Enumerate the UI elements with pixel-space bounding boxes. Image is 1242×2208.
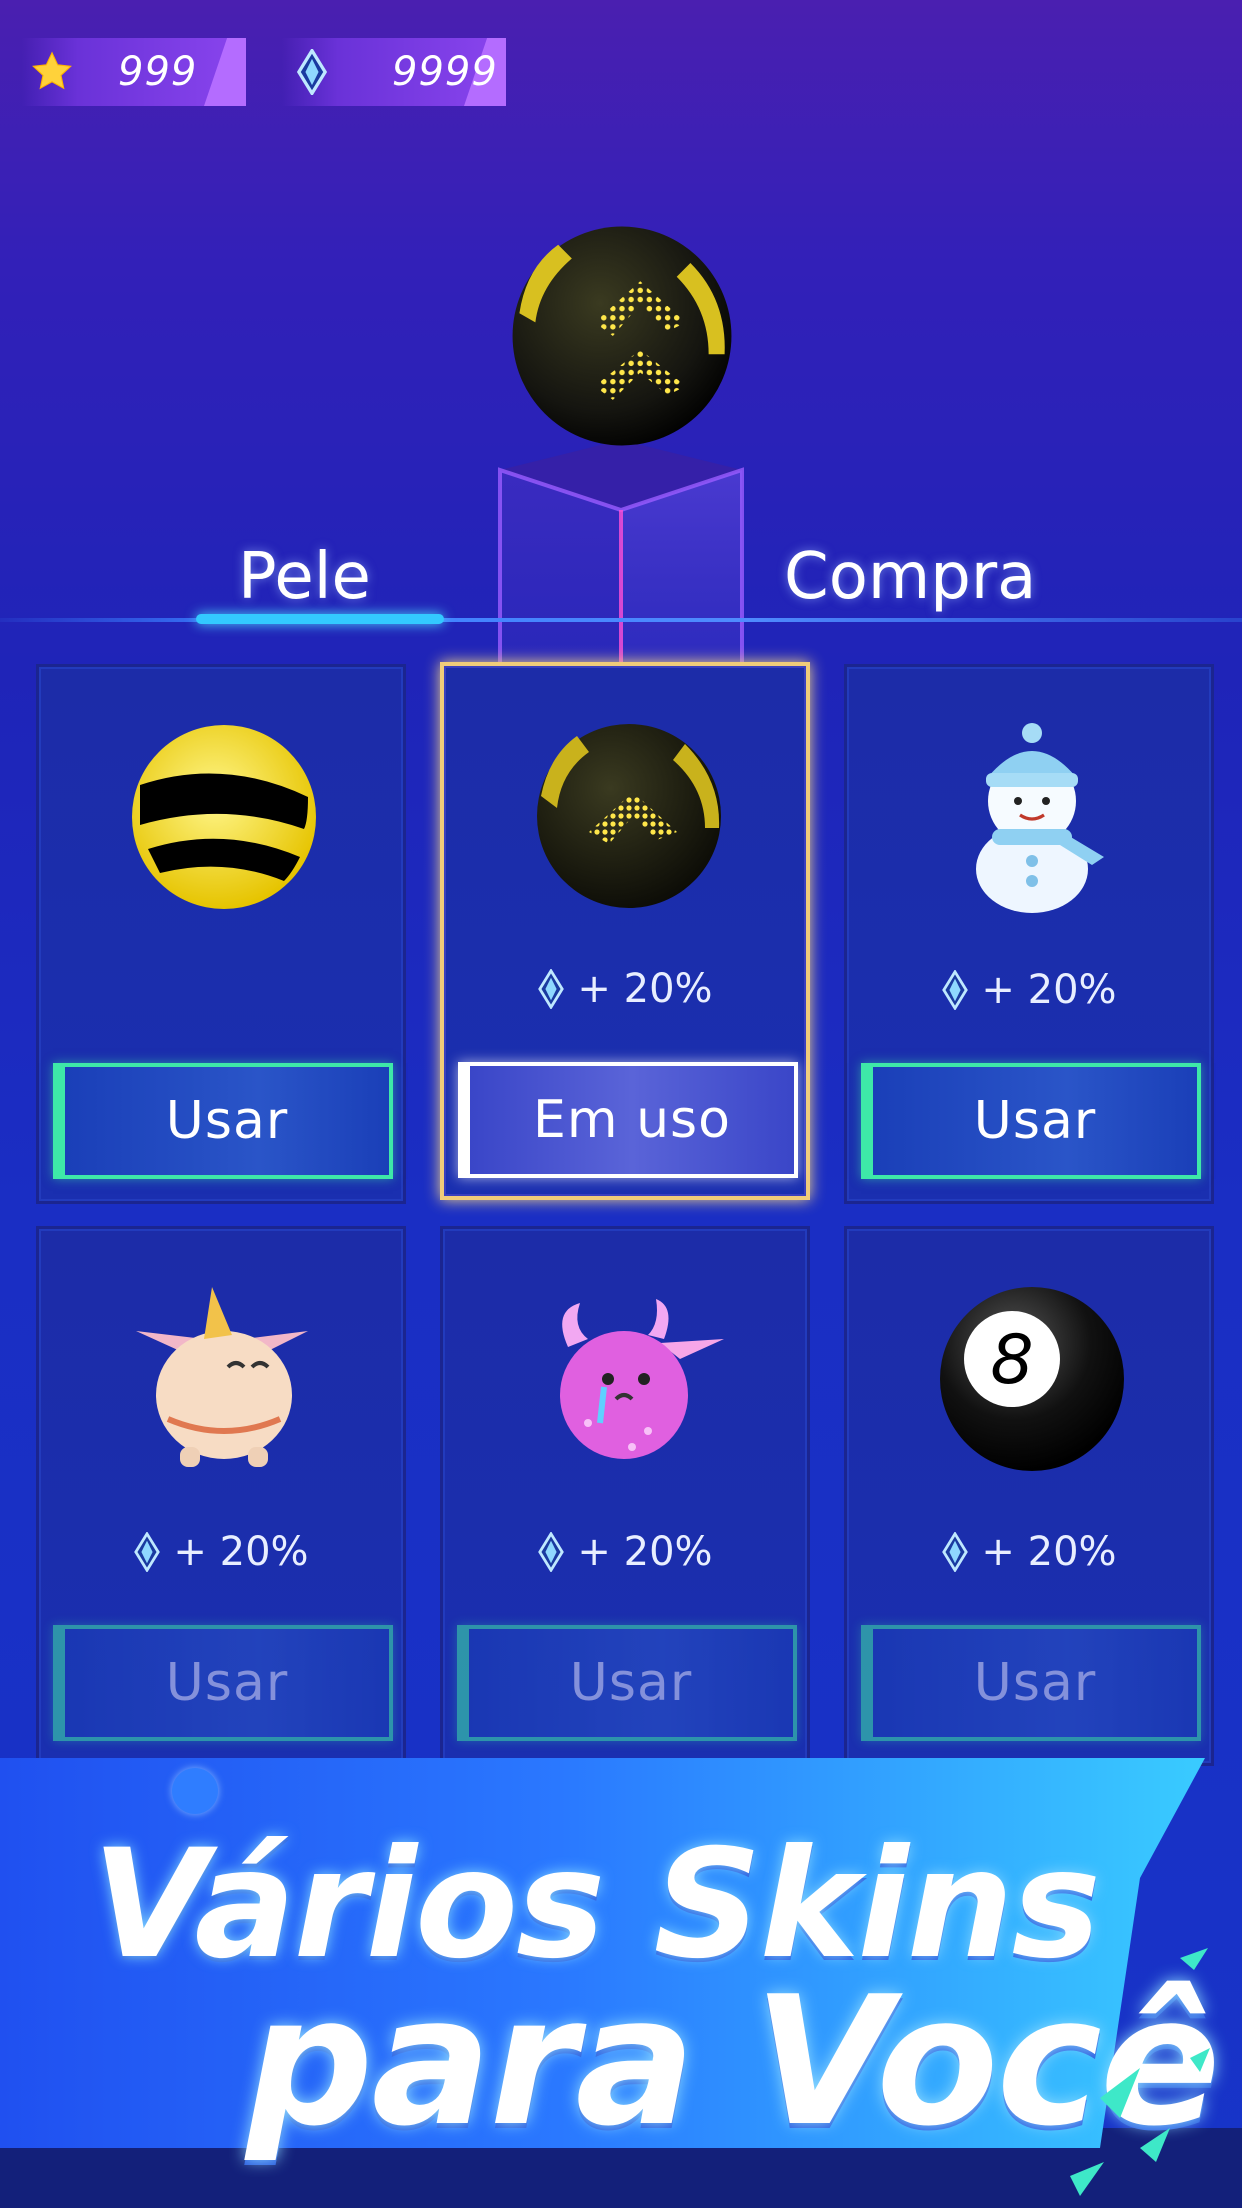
active-tab-indicator <box>196 614 444 624</box>
tab-pele[interactable]: Pele <box>238 540 371 614</box>
yellow-stripe-ball-icon <box>132 725 316 909</box>
skin-card[interactable]: + 20% Usar <box>844 664 1214 1204</box>
tab-compra[interactable]: Compra <box>784 540 1036 614</box>
bonus-label: + 20% <box>444 966 806 1012</box>
stars-value: 999 <box>118 49 198 95</box>
skin-card[interactable]: + 20% Usar <box>440 1226 810 1766</box>
shard-decoration <box>1070 1948 1210 2196</box>
gems-counter: 9999 <box>282 38 506 106</box>
promo-banner: Vários Skins para Você <box>0 1758 1242 2208</box>
diamond-icon <box>942 1532 969 1572</box>
gems-value: 9999 <box>392 49 498 95</box>
eight-ball-icon: 8 <box>940 1287 1124 1471</box>
diamond-icon <box>282 38 342 106</box>
decorative-dot <box>172 1768 218 1814</box>
stars-counter: 999 <box>22 38 246 106</box>
use-button[interactable]: Usar <box>861 1625 1201 1741</box>
bonus-label: + 20% <box>847 967 1211 1013</box>
skin-card[interactable]: + 20% Usar <box>36 1226 406 1766</box>
bonus-label: + 20% <box>39 1529 403 1575</box>
skin-card[interactable]: Usar <box>36 664 406 1204</box>
skin-card[interactable]: 8 + 20% Usar <box>844 1226 1214 1766</box>
bonus-label: + 20% <box>443 1529 807 1575</box>
diamond-icon <box>942 970 969 1010</box>
bonus-label: + 20% <box>847 1529 1211 1575</box>
cream-horned-monster-icon <box>136 1287 308 1467</box>
use-button[interactable]: Usar <box>53 1063 393 1179</box>
use-button[interactable]: Usar <box>861 1063 1201 1179</box>
tab-divider <box>0 618 1242 622</box>
preview-ball <box>512 226 732 446</box>
pink-crying-monster-icon <box>560 1299 724 1459</box>
diamond-icon <box>538 969 565 1009</box>
hex-chevron-ball-icon <box>537 724 721 908</box>
in-use-button[interactable]: Em uso <box>458 1062 798 1178</box>
snowman-icon <box>976 723 1104 913</box>
use-button[interactable]: Usar <box>457 1625 797 1741</box>
diamond-icon <box>538 1532 565 1572</box>
skin-card-selected[interactable]: + 20% Em uso <box>440 662 810 1200</box>
use-button[interactable]: Usar <box>53 1625 393 1741</box>
star-icon <box>22 38 82 106</box>
svg-text:8: 8 <box>990 1321 1033 1400</box>
diamond-icon <box>134 1532 161 1572</box>
